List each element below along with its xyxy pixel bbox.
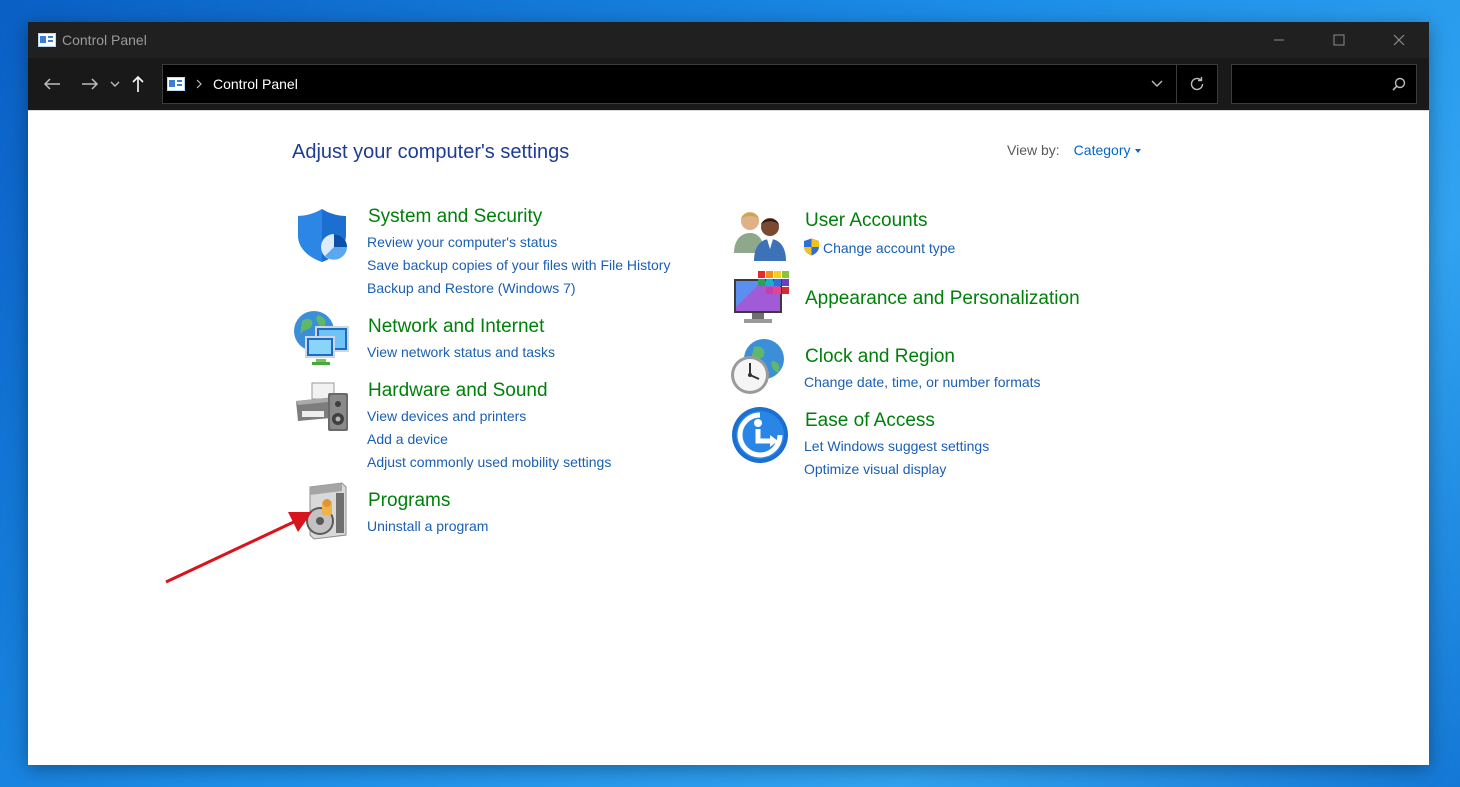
address-history-button[interactable] bbox=[1138, 68, 1176, 100]
dropdown-caret-icon bbox=[1135, 149, 1142, 153]
minimize-button[interactable] bbox=[1249, 22, 1309, 58]
control-panel-location-icon bbox=[167, 77, 185, 91]
maximize-button[interactable] bbox=[1309, 22, 1369, 58]
link-review-status[interactable]: Review your computer's status bbox=[367, 234, 557, 250]
title-bar[interactable]: Control Panel bbox=[28, 22, 1429, 58]
control-panel-window: Control Panel Control Panel Adjust your … bbox=[28, 22, 1429, 765]
chevron-down-icon bbox=[110, 81, 120, 87]
link-add-device[interactable]: Add a device bbox=[367, 431, 448, 447]
breadcrumb-chevron-icon bbox=[196, 79, 202, 89]
window-title: Control Panel bbox=[62, 32, 147, 48]
link-network-status[interactable]: View network status and tasks bbox=[367, 344, 555, 360]
annotation-arrow-icon bbox=[165, 512, 312, 584]
minimize-icon bbox=[1274, 39, 1284, 41]
maximize-icon bbox=[1333, 34, 1345, 46]
link-change-account-type[interactable]: Change account type bbox=[803, 238, 955, 256]
view-by: View by: Category bbox=[1007, 142, 1142, 158]
category-ease-of-access[interactable]: Ease of Access bbox=[805, 410, 935, 432]
back-button[interactable] bbox=[36, 68, 68, 100]
link-backup-restore[interactable]: Backup and Restore (Windows 7) bbox=[367, 280, 576, 296]
category-programs[interactable]: Programs bbox=[368, 490, 450, 512]
uac-shield-icon bbox=[804, 238, 819, 256]
link-windows-suggest-settings[interactable]: Let Windows suggest settings bbox=[804, 438, 989, 454]
up-arrow-icon bbox=[132, 75, 144, 92]
address-bar[interactable]: Control Panel bbox=[162, 64, 1218, 104]
monitor-palette-icon[interactable] bbox=[732, 271, 792, 331]
address-bar-controls bbox=[1138, 65, 1217, 103]
link-optimize-visual-display[interactable]: Optimize visual display bbox=[804, 461, 946, 477]
link-mobility-settings[interactable]: Adjust commonly used mobility settings bbox=[367, 454, 611, 470]
category-network-internet[interactable]: Network and Internet bbox=[368, 316, 544, 338]
close-button[interactable] bbox=[1369, 22, 1429, 58]
link-date-time-formats[interactable]: Change date, time, or number formats bbox=[804, 374, 1041, 390]
address-text[interactable]: Control Panel bbox=[213, 76, 298, 92]
control-panel-app-icon bbox=[38, 33, 56, 47]
search-input[interactable] bbox=[1231, 64, 1417, 104]
page-title: Adjust your computer's settings bbox=[292, 141, 570, 163]
category-appearance-personalization[interactable]: Appearance and Personalization bbox=[805, 288, 1080, 310]
refresh-icon bbox=[1190, 77, 1204, 91]
clock-globe-icon[interactable] bbox=[728, 337, 788, 397]
forward-arrow-icon bbox=[82, 78, 99, 90]
category-clock-region[interactable]: Clock and Region bbox=[805, 346, 955, 368]
back-arrow-icon bbox=[43, 78, 60, 90]
network-globe-icon[interactable] bbox=[292, 307, 352, 367]
printer-speaker-icon[interactable] bbox=[292, 377, 352, 437]
recent-locations-button[interactable] bbox=[106, 68, 124, 100]
forward-button[interactable] bbox=[74, 68, 106, 100]
close-icon bbox=[1393, 34, 1405, 46]
view-by-dropdown[interactable]: Category bbox=[1074, 142, 1142, 158]
link-file-history[interactable]: Save backup copies of your files with Fi… bbox=[367, 257, 670, 273]
link-uninstall-program[interactable]: Uninstall a program bbox=[367, 518, 488, 534]
category-system-security[interactable]: System and Security bbox=[368, 206, 542, 228]
search-icon bbox=[1392, 77, 1406, 91]
link-devices-printers[interactable]: View devices and printers bbox=[367, 408, 526, 424]
category-user-accounts[interactable]: User Accounts bbox=[805, 210, 928, 232]
window-controls bbox=[1249, 22, 1429, 58]
category-hardware-sound[interactable]: Hardware and Sound bbox=[368, 380, 548, 402]
shield-icon[interactable] bbox=[292, 205, 352, 265]
refresh-button[interactable] bbox=[1177, 68, 1217, 100]
view-by-value[interactable]: Category bbox=[1074, 142, 1131, 158]
up-button[interactable] bbox=[124, 68, 152, 100]
users-icon[interactable] bbox=[730, 205, 790, 265]
chevron-down-icon bbox=[1151, 80, 1163, 87]
link-change-account-type-label[interactable]: Change account type bbox=[823, 240, 955, 256]
main-content: Adjust your computer's settings View by:… bbox=[28, 110, 1429, 765]
navigation-bar: Control Panel bbox=[28, 58, 1429, 110]
ease-of-access-icon[interactable] bbox=[730, 405, 790, 465]
view-by-label: View by: bbox=[1007, 142, 1060, 158]
